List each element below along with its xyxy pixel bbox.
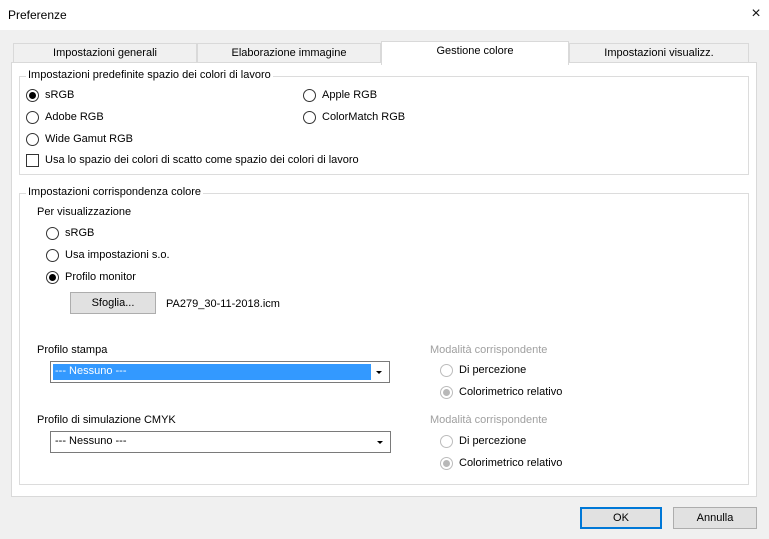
tab-gestione-colore[interactable]: Gestione colore	[381, 41, 569, 65]
label-srgb-display: sRGB	[65, 227, 95, 239]
print-profile-label: Profilo stampa	[37, 344, 108, 356]
label-use-shooting-space: Usa lo spazio dei colori di scatto come …	[45, 154, 359, 166]
browse-button[interactable]: Sfoglia...	[70, 292, 156, 314]
workspace-color-legend: Impostazioni predefinite spazio dei colo…	[26, 69, 273, 81]
radio-apple-rgb[interactable]	[303, 89, 316, 102]
label-apple-rgb: Apple RGB	[322, 89, 378, 101]
radio-adobe-rgb[interactable]	[26, 111, 39, 124]
color-matching-legend: Impostazioni corrispondenza colore	[26, 186, 204, 198]
chevron-down-icon	[375, 362, 385, 382]
label-print-perceptual: Di percezione	[459, 364, 527, 376]
monitor-profile-filename: PA279_30-11-2018.icm	[166, 298, 280, 310]
tab-impostazioni-visualizz[interactable]: Impostazioni visualizz.	[569, 43, 749, 63]
window-title: Preferenze	[8, 8, 67, 22]
label-cmyk-relative-colorimetric: Colorimetrico relativo	[459, 457, 563, 469]
cancel-button[interactable]: Annulla	[673, 507, 757, 529]
radio-colormatch-rgb[interactable]	[303, 111, 316, 124]
radio-cmyk-perceptual	[440, 435, 453, 448]
radio-srgb-workspace[interactable]	[26, 89, 39, 102]
ok-button[interactable]: OK	[580, 507, 662, 529]
print-profile-select[interactable]: --- Nessuno ---	[50, 361, 390, 383]
label-monitor-profile: Profilo monitor	[65, 271, 136, 283]
close-icon[interactable]: ×	[746, 4, 766, 24]
label-adobe-rgb: Adobe RGB	[45, 111, 104, 123]
label-wide-gamut-rgb: Wide Gamut RGB	[45, 133, 134, 145]
checkbox-use-shooting-space[interactable]	[26, 154, 39, 167]
display-section-label: Per visualizzazione	[37, 206, 132, 218]
tab-elaborazione-immagine[interactable]: Elaborazione immagine	[197, 43, 381, 63]
print-profile-value: --- Nessuno ---	[55, 365, 127, 377]
title-bar	[0, 0, 769, 30]
cmyk-mode-label: Modalità corrispondente	[430, 414, 548, 426]
label-cmyk-perceptual: Di percezione	[459, 435, 527, 447]
radio-print-perceptual	[440, 364, 453, 377]
label-colormatch-rgb: ColorMatch RGB	[322, 111, 406, 123]
label-print-relative-colorimetric: Colorimetrico relativo	[459, 386, 563, 398]
chevron-down-icon	[376, 432, 386, 452]
radio-wide-gamut-rgb[interactable]	[26, 133, 39, 146]
radio-os-settings[interactable]	[46, 249, 59, 262]
radio-cmyk-relative-colorimetric	[440, 457, 453, 470]
label-srgb-workspace: sRGB	[45, 89, 75, 101]
radio-monitor-profile[interactable]	[46, 271, 59, 284]
print-mode-label: Modalità corrispondente	[430, 344, 548, 356]
radio-print-relative-colorimetric	[440, 386, 453, 399]
cmyk-profile-value: --- Nessuno ---	[55, 435, 127, 447]
cmyk-profile-label: Profilo di simulazione CMYK	[37, 414, 176, 426]
tab-impostazioni-generali[interactable]: Impostazioni generali	[13, 43, 197, 63]
label-os-settings: Usa impostazioni s.o.	[65, 249, 170, 261]
cmyk-profile-select[interactable]: --- Nessuno ---	[50, 431, 391, 453]
radio-srgb-display[interactable]	[46, 227, 59, 240]
